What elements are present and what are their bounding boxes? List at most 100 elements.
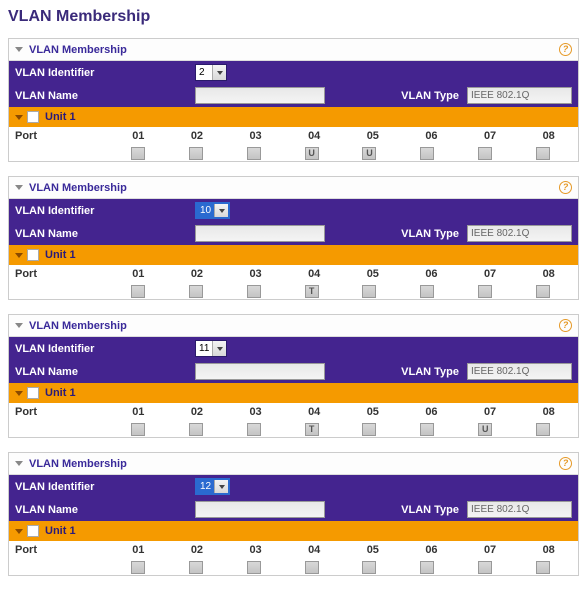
port-state-toggle[interactable]: T [305, 285, 319, 298]
port-state-row: T [9, 283, 578, 299]
unit-checkbox[interactable] [27, 111, 39, 123]
port-header: 07 [461, 130, 520, 142]
unit-collapse-icon[interactable] [15, 115, 23, 120]
unit-collapse-icon[interactable] [15, 391, 23, 396]
unit-label: Unit 1 [45, 111, 76, 123]
vlan-identifier-select[interactable]: 11 [195, 340, 227, 357]
vlan-name-input[interactable] [195, 87, 325, 104]
port-header: 01 [109, 268, 168, 280]
help-icon[interactable]: ? [559, 43, 572, 56]
port-state-toggle[interactable] [247, 561, 261, 574]
port-state-toggle[interactable] [247, 147, 261, 160]
vlan-panel: VLAN Membership?VLAN Identifier12VLAN Na… [8, 452, 579, 576]
collapse-icon[interactable] [15, 323, 23, 328]
dropdown-icon[interactable] [212, 65, 226, 80]
vlan-name-row: VLAN NameVLAN Type [9, 84, 578, 107]
port-label: Port [15, 544, 109, 556]
vlan-name-input[interactable] [195, 225, 325, 242]
dropdown-icon[interactable] [214, 204, 228, 217]
collapse-icon[interactable] [15, 185, 23, 190]
unit-checkbox[interactable] [27, 387, 39, 399]
port-state-toggle[interactable]: T [305, 423, 319, 436]
port-header: 04 [285, 130, 344, 142]
help-icon[interactable]: ? [559, 457, 572, 470]
port-header: 06 [402, 544, 461, 556]
port-state-toggle[interactable] [420, 147, 434, 160]
port-state-toggle[interactable] [478, 561, 492, 574]
vlan-identifier-select[interactable]: 2 [195, 64, 227, 81]
unit-label: Unit 1 [45, 387, 76, 399]
port-state-toggle[interactable] [536, 147, 550, 160]
collapse-icon[interactable] [15, 461, 23, 466]
port-state-toggle[interactable] [131, 285, 145, 298]
port-header: 04 [285, 268, 344, 280]
vlan-name-label: VLAN Name [15, 504, 195, 516]
port-state-toggle[interactable]: U [362, 147, 376, 160]
port-state-toggle[interactable] [131, 147, 145, 160]
help-icon[interactable]: ? [559, 181, 572, 194]
port-state-toggle[interactable] [420, 423, 434, 436]
vlan-identifier-value: 2 [196, 65, 212, 80]
vlan-identifier-row: VLAN Identifier12 [9, 475, 578, 498]
port-state-toggle[interactable] [536, 285, 550, 298]
port-state-toggle[interactable] [247, 423, 261, 436]
panel-header: VLAN Membership? [9, 39, 578, 61]
unit-checkbox[interactable] [27, 525, 39, 537]
vlan-type-label: VLAN Type [401, 228, 467, 240]
vlan-name-row: VLAN NameVLAN Type [9, 498, 578, 521]
dropdown-icon[interactable] [212, 341, 226, 356]
vlan-panel: VLAN Membership?VLAN Identifier2VLAN Nam… [8, 38, 579, 162]
port-state-toggle[interactable] [362, 423, 376, 436]
vlan-type-field [467, 501, 572, 518]
port-state-toggle[interactable] [131, 423, 145, 436]
vlan-identifier-row: VLAN Identifier11 [9, 337, 578, 360]
port-header: 03 [226, 406, 285, 418]
port-header: 08 [519, 406, 578, 418]
port-state-toggle[interactable] [189, 147, 203, 160]
unit-checkbox[interactable] [27, 249, 39, 261]
port-state-toggle[interactable]: U [478, 423, 492, 436]
port-state-toggle[interactable] [189, 561, 203, 574]
collapse-icon[interactable] [15, 47, 23, 52]
unit-row: Unit 1 [9, 245, 578, 265]
port-state-toggle[interactable] [189, 285, 203, 298]
vlan-identifier-row: VLAN Identifier10 [9, 199, 578, 222]
vlan-type-field [467, 363, 572, 380]
port-header: 08 [519, 544, 578, 556]
port-state-toggle[interactable] [536, 561, 550, 574]
port-header: 04 [285, 544, 344, 556]
port-state-toggle[interactable] [362, 561, 376, 574]
port-state-toggle[interactable] [420, 285, 434, 298]
vlan-identifier-value: 12 [197, 480, 214, 493]
port-state-toggle[interactable] [536, 423, 550, 436]
port-header: 03 [226, 130, 285, 142]
port-state-toggle[interactable]: U [305, 147, 319, 160]
panel-title: VLAN Membership [29, 182, 559, 194]
port-state-toggle[interactable] [362, 285, 376, 298]
vlan-name-input[interactable] [195, 501, 325, 518]
unit-row: Unit 1 [9, 383, 578, 403]
port-header: 06 [402, 130, 461, 142]
vlan-identifier-select[interactable]: 10 [195, 202, 230, 219]
dropdown-icon[interactable] [214, 480, 228, 493]
vlan-identifier-select[interactable]: 12 [195, 478, 230, 495]
port-state-toggle[interactable] [478, 147, 492, 160]
port-state-toggle[interactable] [420, 561, 434, 574]
vlan-name-input[interactable] [195, 363, 325, 380]
port-state-toggle[interactable] [247, 285, 261, 298]
unit-collapse-icon[interactable] [15, 529, 23, 534]
vlan-panel: VLAN Membership?VLAN Identifier11VLAN Na… [8, 314, 579, 438]
port-state-toggle[interactable] [189, 423, 203, 436]
port-header: 05 [344, 406, 403, 418]
panel-header: VLAN Membership? [9, 315, 578, 337]
port-state-toggle[interactable] [131, 561, 145, 574]
port-header: 06 [402, 406, 461, 418]
port-header: 03 [226, 268, 285, 280]
port-header: 06 [402, 268, 461, 280]
port-header: 02 [168, 544, 227, 556]
help-icon[interactable]: ? [559, 319, 572, 332]
unit-collapse-icon[interactable] [15, 253, 23, 258]
port-header: 02 [168, 130, 227, 142]
port-state-toggle[interactable] [478, 285, 492, 298]
port-state-toggle[interactable] [305, 561, 319, 574]
